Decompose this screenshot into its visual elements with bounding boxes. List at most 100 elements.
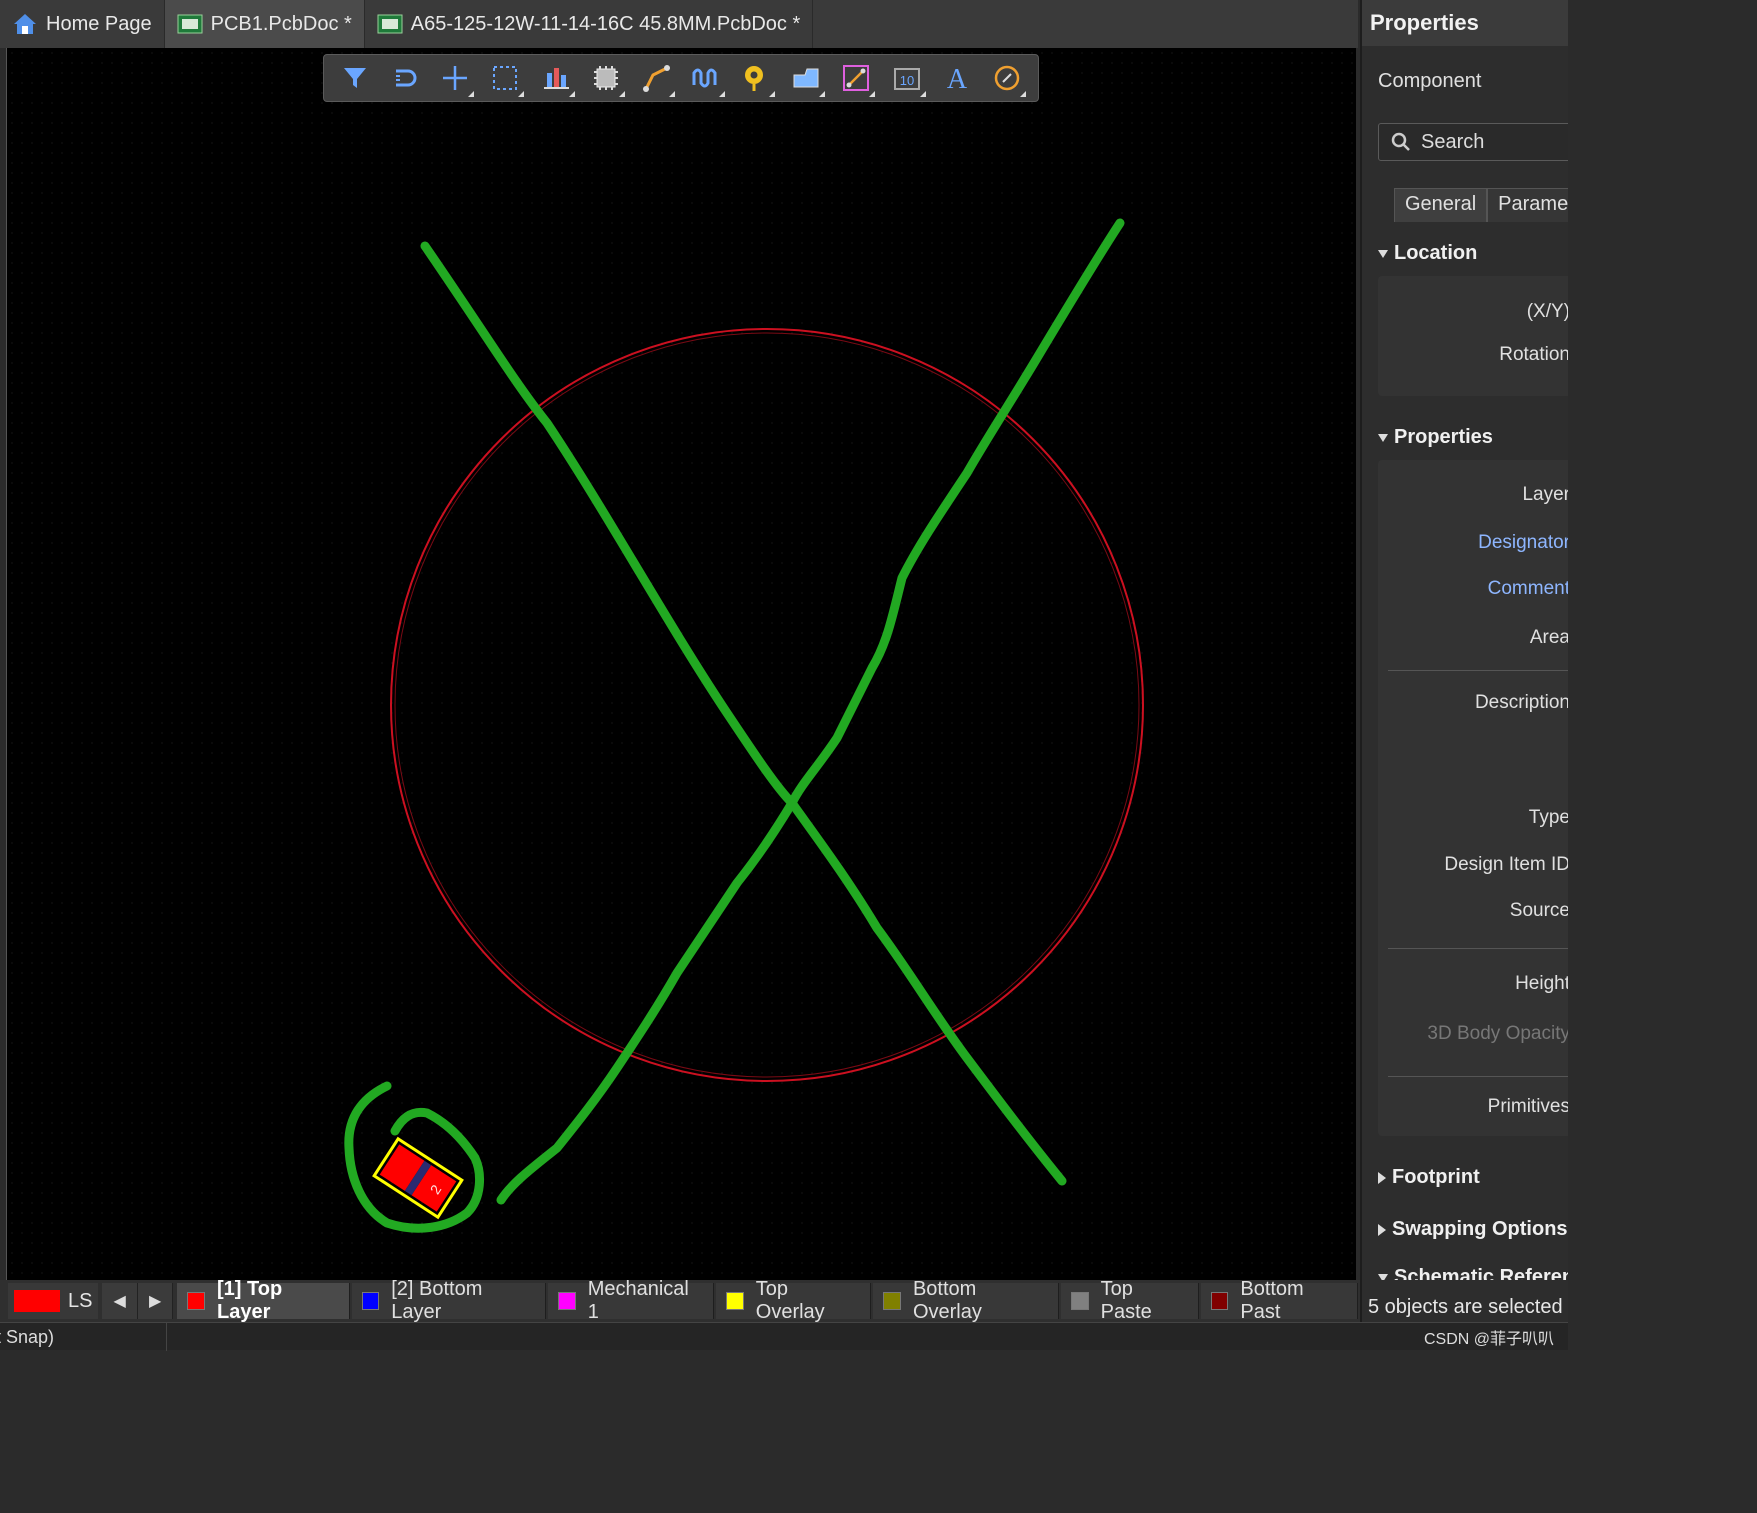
- status-snap-text: t Snap): [0, 1327, 55, 1347]
- align-tool-button[interactable]: [536, 58, 576, 98]
- location-box: (X/Y) Rotation: [1378, 276, 1568, 396]
- layer-tab[interactable]: [1] Top Layer: [177, 1278, 350, 1323]
- expand-triangle-icon: [1378, 1171, 1386, 1184]
- layer-tab-bar: LS ◀ ▶ [1] Top Layer [2] Bottom Layer Mech…: [0, 1278, 1360, 1323]
- pcb-board-view[interactable]: 2: [7, 48, 1357, 1280]
- section-footprint-header[interactable]: Footprint: [1378, 1166, 1480, 1189]
- arc-tool-button[interactable]: [987, 58, 1027, 98]
- align-icon: [543, 68, 569, 89]
- height-label: Height: [1515, 973, 1568, 994]
- tab-a65-pcbdoc[interactable]: A65-125-12W-11-14-16C 45.8MM.PcbDoc *: [365, 0, 814, 48]
- tune-length-button[interactable]: [686, 58, 726, 98]
- arc-icon: [994, 65, 1020, 91]
- divider: [1388, 1076, 1568, 1077]
- layer-tab[interactable]: Mechanical 1: [548, 1278, 715, 1323]
- filter-tool-button[interactable]: [335, 58, 375, 98]
- layer-tab-label: Mechanical 1: [587, 1278, 689, 1323]
- text-tool-button[interactable]: A: [937, 58, 977, 98]
- expand-triangle-icon: [1378, 1223, 1386, 1236]
- string-tool-button[interactable]: 10: [887, 58, 927, 98]
- section-location-header[interactable]: Location: [1378, 242, 1477, 265]
- primitives-label: Primitives: [1487, 1096, 1568, 1117]
- layer-tab[interactable]: Top Paste: [1060, 1278, 1199, 1323]
- properties-box: Layer Designator Comment Area Descriptio…: [1378, 460, 1568, 1136]
- layer-label: Layer: [1522, 484, 1568, 505]
- section-label: Footprint: [1392, 1166, 1480, 1188]
- pcb-doc-icon: [177, 14, 203, 34]
- select-area-button[interactable]: [485, 58, 525, 98]
- layer-tab[interactable]: Bottom Past: [1200, 1278, 1359, 1323]
- section-label: Location: [1394, 242, 1478, 264]
- rotation-label: Rotation: [1499, 344, 1568, 365]
- section-properties-header[interactable]: Properties: [1378, 426, 1493, 449]
- layer-set-button[interactable]: LS: [8, 1283, 99, 1319]
- body-opacity-label: 3D Body Opacity: [1427, 1023, 1568, 1044]
- active-bar-toolbar: 10 A: [323, 54, 1039, 102]
- layer-scroll-left-button[interactable]: ◀: [102, 1283, 138, 1319]
- layer-tab[interactable]: [2] Bottom Layer: [351, 1278, 547, 1323]
- component-tool-button[interactable]: [586, 58, 626, 98]
- layer-tab-label: Top Paste: [1100, 1278, 1152, 1323]
- tab-general[interactable]: General: [1394, 188, 1488, 222]
- layer-tab[interactable]: Top Overlay: [716, 1278, 872, 1323]
- layer-tab-label: Bottom Past: [1240, 1278, 1304, 1323]
- polygon-pour-button[interactable]: [786, 58, 826, 98]
- collapse-triangle-icon: [1378, 433, 1388, 442]
- layer-tab-label: Top Overlay: [755, 1278, 825, 1323]
- tab-home-page[interactable]: Home Page: [0, 0, 165, 48]
- pad-via-button[interactable]: [736, 58, 776, 98]
- filter-icon: [344, 68, 367, 88]
- collapse-triangle-icon: [1378, 1274, 1388, 1280]
- route-icon: [642, 65, 670, 92]
- grid-background: [7, 48, 1357, 1280]
- pad-via-icon: [745, 66, 764, 91]
- section-swapping-header[interactable]: Swapping Options: [1378, 1218, 1568, 1241]
- text-tool-glyph: A: [947, 64, 968, 93]
- layer-color-swatch: [361, 1292, 380, 1310]
- current-layer-color: [14, 1290, 60, 1312]
- layer-tab[interactable]: Bottom Overlay: [873, 1278, 1059, 1323]
- interactive-routing-button[interactable]: [385, 58, 425, 98]
- tab-pcb1[interactable]: PCB1.PcbDoc *: [164, 0, 365, 48]
- properties-panel: Properties Component Search General Para…: [1360, 0, 1568, 1322]
- dimension-tool-button[interactable]: [836, 58, 876, 98]
- tab-label: Home Page: [46, 12, 152, 35]
- layer-color-swatch: [187, 1292, 206, 1310]
- properties-object-type: Component: [1378, 70, 1482, 92]
- type-label: Type: [1528, 807, 1568, 828]
- layer-color-swatch: [558, 1292, 576, 1310]
- search-icon: [1391, 132, 1410, 151]
- pcb-canvas[interactable]: 2: [6, 48, 1357, 1280]
- section-schematic-header[interactable]: Schematic Referenc: [1378, 1266, 1568, 1280]
- comment-label[interactable]: Comment: [1488, 578, 1568, 600]
- designator-label[interactable]: Designator: [1478, 532, 1568, 554]
- watermark-text: CSDN @菲子叭叭: [1423, 1331, 1554, 1348]
- component-icon: [593, 66, 618, 90]
- route-tool-button[interactable]: [636, 58, 676, 98]
- layer-scroll-right-button[interactable]: ▶: [137, 1283, 174, 1319]
- status-bar: t Snap) CSDN @菲子叭叭: [0, 1322, 1568, 1351]
- interactive-routing-icon: [396, 69, 417, 87]
- layer-tab-label: [1] Top Layer: [217, 1278, 283, 1323]
- move-icon: [443, 66, 468, 90]
- layer-set-label: LS: [68, 1289, 93, 1312]
- design-item-id-label: Design Item ID: [1444, 854, 1568, 875]
- section-label: Swapping Options: [1392, 1218, 1568, 1240]
- move-tool-button[interactable]: [435, 58, 475, 98]
- properties-tabs: General Paramete: [1394, 188, 1568, 222]
- tab-parameters[interactable]: Paramete: [1487, 188, 1568, 222]
- tab-label: PCB1.PcbDoc *: [210, 12, 352, 35]
- tab-label: A65-125-12W-11-14-16C 45.8MM.PcbDoc *: [410, 12, 801, 35]
- section-label: Properties: [1394, 426, 1493, 448]
- tune-length-icon: [692, 68, 717, 88]
- section-label: Schematic Referenc: [1394, 1266, 1568, 1280]
- layer-color-swatch: [1210, 1292, 1229, 1310]
- select-area-icon: [493, 66, 518, 90]
- properties-search-input[interactable]: Search: [1378, 123, 1568, 161]
- selection-count: 5 objects are selected: [1368, 1296, 1563, 1318]
- app-window: Home Page PCB1.PcbDoc * A65-125-12W-11-1…: [0, 0, 1568, 1351]
- text-icon: A: [947, 64, 968, 93]
- layer-color-swatch: [1070, 1292, 1089, 1310]
- area-label: Area: [1529, 627, 1568, 648]
- divider: [1388, 948, 1568, 949]
